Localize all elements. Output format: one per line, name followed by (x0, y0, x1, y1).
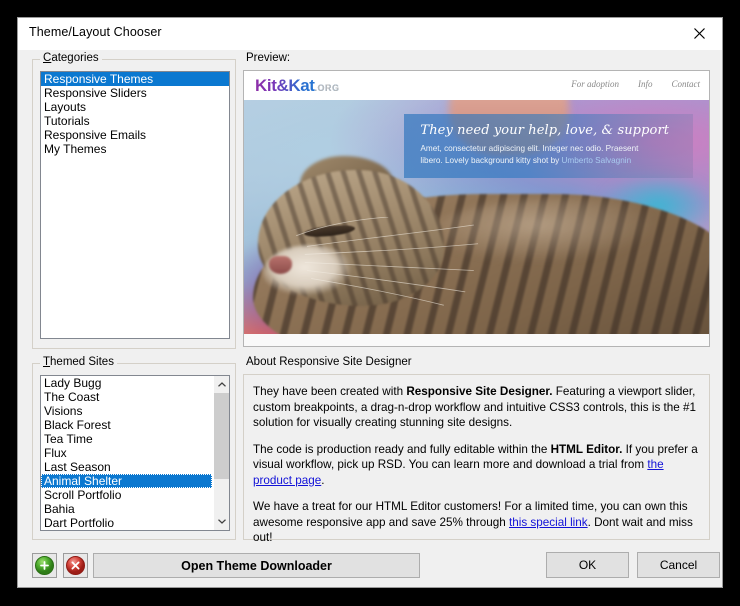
categories-listbox[interactable]: Responsive Themes Responsive Sliders Layou… (40, 71, 230, 339)
site-logo-main: Kit&Kat (255, 76, 315, 95)
themed-sites-label-rest: hemed Sites (50, 356, 114, 368)
themed-sites-label: Themed Sites (40, 356, 117, 368)
categories-group: Categories Responsive Themes Responsive S… (32, 52, 236, 349)
delete-circle-icon (66, 556, 85, 575)
scrollbar-thumb[interactable] (214, 393, 229, 479)
chevron-up-icon[interactable] (214, 376, 229, 393)
delete-theme-button[interactable] (63, 553, 88, 578)
about-text-panel: They have been created with Responsive S… (243, 374, 710, 544)
list-item[interactable]: My Themes (41, 142, 229, 156)
themed-sites-scrollbar[interactable] (213, 376, 229, 530)
site-logo: Kit&Kat.ORG (255, 76, 340, 96)
plus-circle-icon (35, 556, 54, 575)
about-label: About Responsive Site Designer (243, 356, 415, 368)
list-item[interactable]: Tea Time (41, 432, 212, 446)
categories-label: Categories (40, 52, 102, 64)
hero-caption: They need your help, love, & support Ame… (404, 114, 693, 179)
chevron-down-icon[interactable] (214, 513, 229, 530)
nav-item-info[interactable]: Info (638, 79, 653, 89)
close-icon[interactable] (676, 18, 722, 49)
categories-label-rest: ategories (51, 52, 99, 64)
about-p1-bold: Responsive Site Designer. (406, 385, 553, 398)
list-item[interactable]: Responsive Emails (41, 128, 229, 142)
site-preview-panel[interactable]: Kit&Kat.ORG For adoption Info Contact Th… (243, 70, 710, 347)
cat-whiskers (295, 217, 478, 306)
hero-image: They need your help, love, & support Ame… (244, 100, 709, 334)
site-logo-tld: .ORG (314, 83, 340, 93)
themed-sites-accel: T (43, 356, 51, 368)
nav-item-contact[interactable]: Contact (672, 79, 701, 89)
cancel-button[interactable]: Cancel (637, 552, 720, 578)
list-item[interactable]: Animal Shelter (41, 474, 212, 488)
list-item[interactable]: Tutorials (41, 114, 229, 128)
hero-subtext-line2: libero. Lovely background kitty shot by (420, 155, 562, 165)
about-p2-a: The code is production ready and fully e… (253, 442, 551, 456)
hero-subtext: Amet, consectetur adipiscing elit. Integ… (420, 143, 680, 166)
themed-sites-group: Themed Sites Lady Bugg The Coast Visions Bl… (32, 356, 236, 540)
list-item[interactable]: Responsive Sliders (41, 86, 229, 100)
title-bar: Theme/Layout Chooser (18, 18, 722, 50)
about-p1-a: They have been created with (253, 385, 407, 398)
add-theme-button[interactable] (32, 553, 57, 578)
about-p2-d: . (321, 473, 325, 487)
list-item[interactable]: Responsive Themes (41, 72, 229, 86)
hero-subtext-line1: Amet, consectetur adipiscing elit. Integ… (420, 144, 639, 154)
list-item[interactable]: The Coast (41, 390, 212, 404)
list-item[interactable]: Scroll Portfolio (41, 488, 212, 502)
list-item[interactable]: Dart Portfolio (41, 516, 212, 530)
theme-layout-chooser-dialog: Theme/Layout Chooser Categories Responsi… (17, 17, 723, 588)
preview-site-header: Kit&Kat.ORG For adoption Info Contact (244, 71, 709, 100)
themed-sites-listbox[interactable]: Lady Bugg The Coast Visions Black Forest Tea… (40, 375, 230, 531)
list-item[interactable]: Visions (41, 404, 212, 418)
list-item[interactable]: Flux (41, 446, 212, 460)
list-item[interactable]: Lady Bugg (41, 376, 212, 390)
hero-headline: They need your help, love, & support (420, 123, 670, 139)
list-item[interactable]: Bahia (41, 502, 212, 516)
window-title: Theme/Layout Chooser (29, 25, 162, 39)
list-item[interactable]: Layouts (41, 100, 229, 114)
preview-label: Preview: (243, 52, 294, 64)
hero-photo-author[interactable]: Umberto Salvagnin (562, 156, 632, 165)
preview-group: Preview: Kit&Kat.ORG For adoption Info C… (243, 52, 710, 349)
about-paragraph-2: The code is production ready and fully e… (253, 442, 698, 489)
list-item[interactable]: Black Forest (41, 418, 212, 432)
open-theme-downloader-button[interactable]: Open Theme Downloader (93, 553, 420, 578)
special-link[interactable]: this special link (509, 516, 588, 529)
about-group: About Responsive Site Designer They have… (243, 356, 710, 544)
nav-item-for-adoption[interactable]: For adoption (571, 79, 619, 89)
site-nav: For adoption Info Contact (571, 79, 700, 89)
about-p2-bold: HTML Editor. (550, 442, 623, 456)
ok-button[interactable]: OK (546, 552, 629, 578)
list-item[interactable]: Last Season (41, 460, 212, 474)
about-paragraph-1: They have been created with Responsive S… (253, 384, 698, 431)
about-paragraph-3: We have a treat for our HTML Editor cust… (253, 499, 698, 546)
